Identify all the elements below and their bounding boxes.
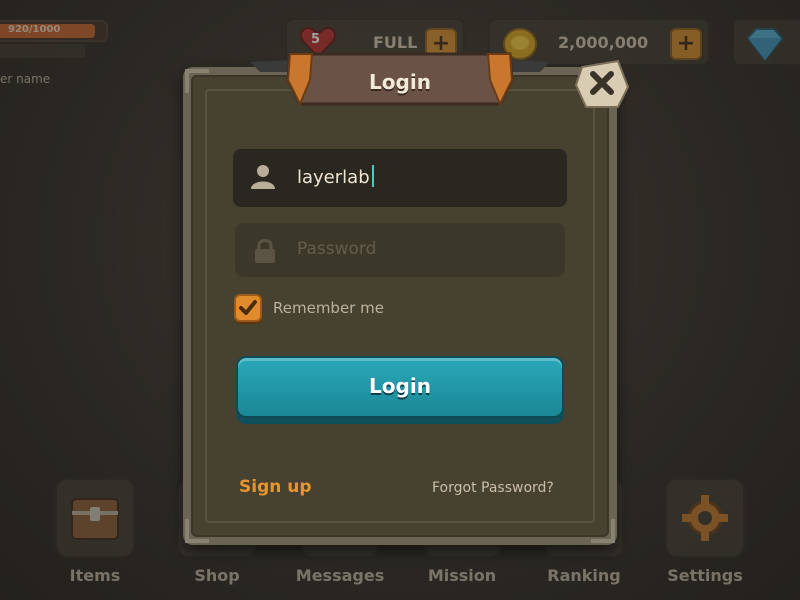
corner-ornament-icon <box>185 519 209 543</box>
username-field[interactable]: layerlab <box>233 149 567 207</box>
nav-label-shop: Shop <box>194 566 240 585</box>
user-icon <box>251 165 275 189</box>
nav-label-items: Items <box>69 566 121 585</box>
lock-icon <box>255 239 275 263</box>
xp-text: 920/1000 <box>8 24 61 35</box>
close-button[interactable] <box>574 57 630 111</box>
nav-icon-box <box>55 478 135 558</box>
corner-ornament-icon <box>591 519 615 543</box>
xp-sub-bar <box>0 44 85 58</box>
nav-label-mission: Mission <box>427 566 497 585</box>
password-field[interactable]: Password <box>235 223 565 277</box>
checkmark-icon <box>239 300 257 315</box>
add-coins-button[interactable]: + <box>670 28 702 60</box>
remember-me-label: Remember me <box>273 299 384 317</box>
player-name: er name <box>0 72 51 86</box>
forgot-password-link[interactable]: Forgot Password? <box>432 480 554 496</box>
nav-item-items[interactable]: Items <box>50 478 140 585</box>
close-icon <box>574 59 630 108</box>
coins-amount: 2,000,000 <box>558 33 649 52</box>
gems-counter <box>732 18 800 66</box>
remember-me-checkbox[interactable] <box>234 294 262 322</box>
corner-ornament-icon <box>185 69 209 93</box>
username-value: layerlab <box>297 167 370 188</box>
nav-label-messages: Messages <box>295 566 385 585</box>
username-input-text: layerlab <box>297 165 374 188</box>
sign-up-link[interactable]: Sign up <box>239 477 312 497</box>
nav-icon-box <box>665 478 745 558</box>
password-placeholder: Password <box>297 239 377 259</box>
treasure-chest-icon <box>71 498 119 540</box>
gear-icon <box>682 495 728 541</box>
nav-item-settings[interactable]: Settings <box>660 478 750 585</box>
login-button-label: Login <box>369 374 431 398</box>
text-caret <box>371 165 374 187</box>
login-button[interactable]: Login <box>236 356 564 424</box>
nav-label-settings: Settings <box>667 566 743 585</box>
hearts-count: 5 <box>311 32 321 47</box>
title-plaque: Login <box>250 50 550 110</box>
diamond-icon <box>746 28 784 62</box>
nav-label-ranking: Ranking <box>547 566 621 585</box>
dialog-title: Login <box>369 70 431 94</box>
xp-bar: 920/1000 <box>0 20 108 42</box>
